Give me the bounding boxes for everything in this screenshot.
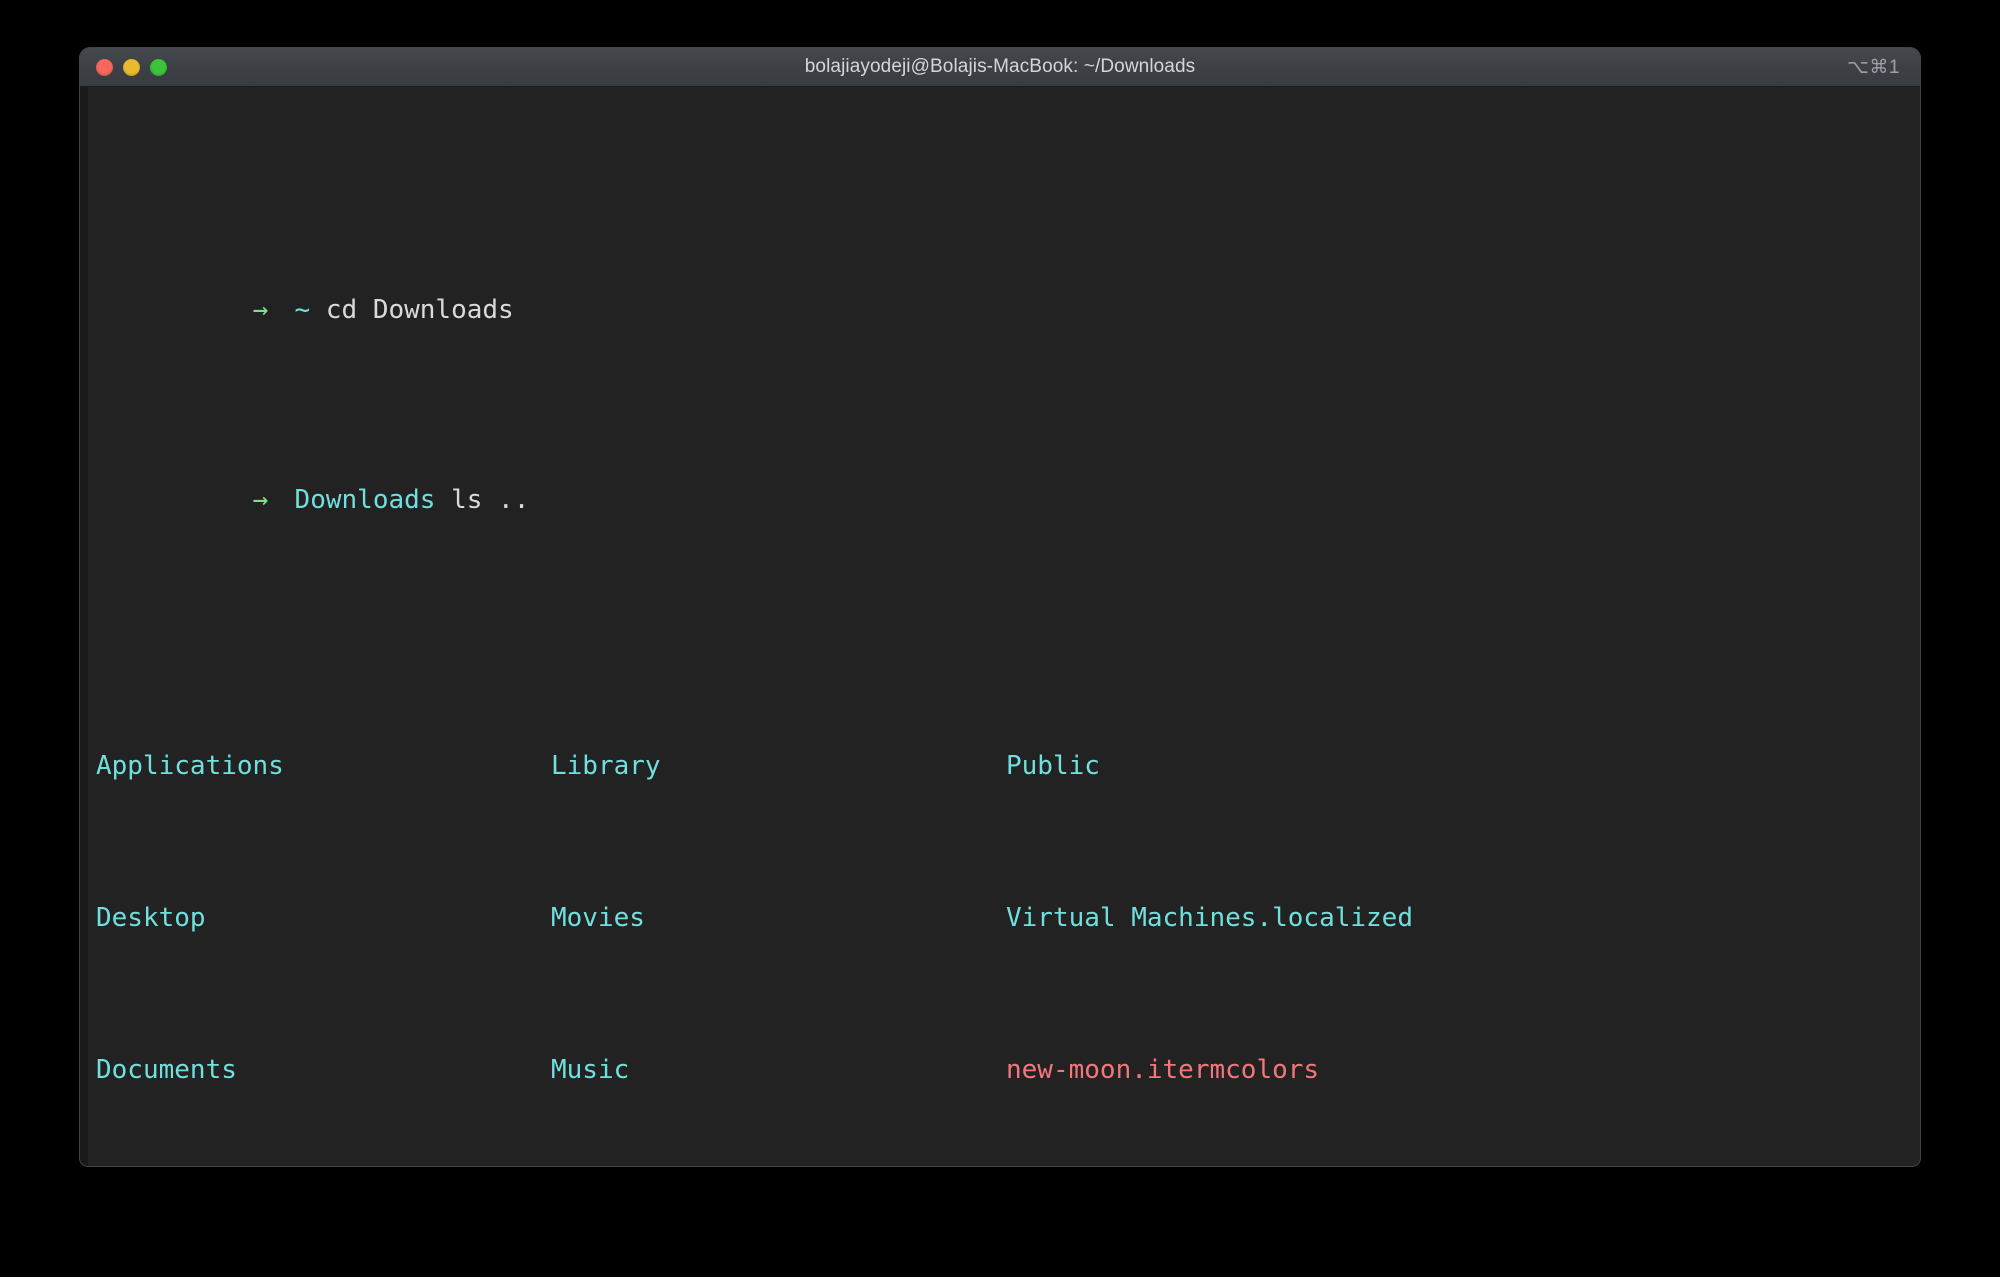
ls-entry[interactable]: Virtual Machines.localized [1006, 899, 1606, 937]
ls-output-row: Documents Music new-moon.itermcolors [96, 1051, 1920, 1089]
terminal-line-command: → Downloads ls .. [96, 443, 1920, 515]
prompt-arrow-icon: → [252, 485, 269, 515]
window-controls [96, 48, 167, 86]
ls-output-row: Desktop Movies Virtual Machines.localize… [96, 899, 1920, 937]
terminal-window[interactable]: bolajiayodeji@Bolajis-MacBook: ~/Downloa… [80, 48, 1920, 1166]
ls-output-listing: Applications Library Public Desktop Movi… [96, 633, 1920, 1166]
ls-entry[interactable]: Documents [96, 1051, 551, 1089]
window-titlebar[interactable]: bolajiayodeji@Bolajis-MacBook: ~/Downloa… [80, 48, 1920, 87]
ls-output-row: Applications Library Public [96, 747, 1920, 785]
keyboard-shortcut-badge: ⌥⌘1 [1847, 56, 1900, 78]
prompt-cwd: Downloads [294, 485, 436, 515]
ls-entry[interactable]: new-moon.itermcolors [1006, 1051, 1606, 1089]
ls-entry[interactable]: Public [1006, 747, 1606, 785]
terminal-screen[interactable]: → ~ cd Downloads → Downloads ls .. Applica… [88, 101, 1920, 1166]
window-title: bolajiayodeji@Bolajis-MacBook: ~/Downloa… [804, 56, 1196, 77]
close-window-button[interactable] [96, 58, 113, 76]
zoom-window-button[interactable] [150, 58, 167, 76]
terminal-left-gutter [80, 87, 88, 1166]
ls-entry[interactable]: Library [551, 747, 1006, 785]
ls-entry[interactable]: Music [551, 1051, 1006, 1089]
prompt-cwd: ~ [294, 295, 311, 325]
terminal-line-command: → ~ cd Downloads [96, 253, 1920, 325]
prompt-spacer [435, 485, 451, 515]
minimize-window-button[interactable] [123, 58, 140, 76]
ls-entry[interactable]: Desktop [96, 899, 551, 937]
desktop-background: bolajiayodeji@Bolajis-MacBook: ~/Downloa… [0, 0, 2000, 1277]
ls-entry[interactable]: Movies [551, 899, 1006, 937]
terminal-body[interactable]: → ~ cd Downloads → Downloads ls .. Applica… [80, 87, 1920, 1166]
ls-entry[interactable]: Applications [96, 747, 551, 785]
prompt-command-text [310, 295, 326, 325]
command-text-ls: ls .. [451, 485, 530, 515]
prompt-arrow-icon: → [252, 295, 269, 325]
command-text-cd: cd Downloads [325, 295, 514, 325]
